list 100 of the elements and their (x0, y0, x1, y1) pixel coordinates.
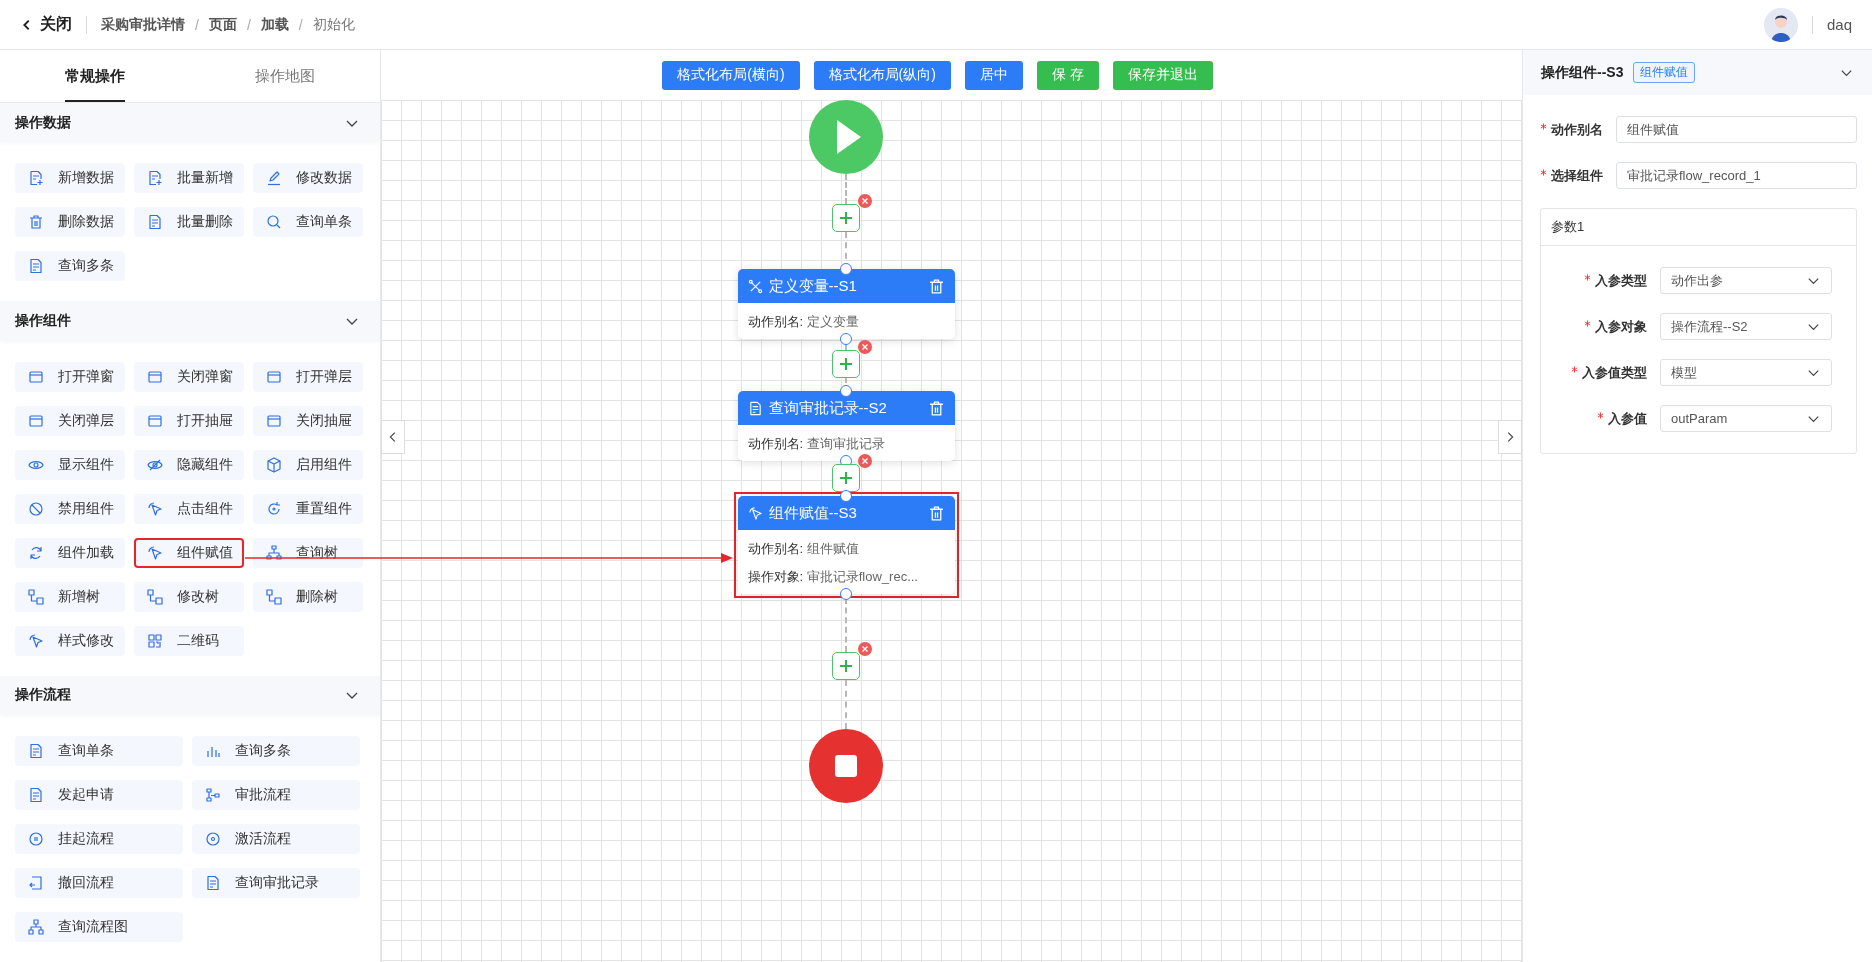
plus-icon (838, 658, 854, 674)
section-header[interactable]: 操作流程 (0, 675, 380, 715)
flow-node-card[interactable]: 定义变量--S1 动作别名: 定义变量 (737, 269, 955, 339)
operation-item[interactable]: 查询审批记录 (192, 868, 360, 898)
hierarchy-icon (28, 919, 44, 935)
panel-tab[interactable]: 操作地图 (190, 50, 380, 102)
breadcrumb-item[interactable]: 初始化 (312, 15, 355, 34)
flow-node-card[interactable]: 查询审批记录--S2 动作别名: 查询审批记录 (737, 391, 955, 461)
operation-item[interactable]: 查询树 (253, 537, 363, 568)
user-name: daq (1826, 16, 1852, 33)
section-header[interactable]: 操作组件 (0, 301, 380, 341)
close-button[interactable]: 关闭 (20, 14, 72, 35)
operation-item[interactable]: 查询单条 (253, 207, 363, 238)
operation-item[interactable]: 新增数据 (15, 163, 125, 194)
document-plus-icon (147, 170, 163, 187)
panel-tab[interactable]: 常规操作 (0, 50, 190, 102)
operation-item[interactable]: 批量新增 (134, 163, 244, 194)
start-node-icon[interactable] (809, 100, 883, 174)
operation-item[interactable]: 修改树 (134, 581, 244, 612)
operation-item[interactable]: 审批流程 (192, 780, 360, 810)
add-step-button[interactable] (832, 652, 860, 680)
operation-item[interactable]: 删除树 (253, 581, 363, 612)
window-icon (28, 412, 44, 429)
pencil-icon (266, 170, 282, 187)
operation-item[interactable]: 禁用组件 (15, 493, 125, 524)
operation-item[interactable]: 样式修改 (15, 625, 125, 656)
document-icon (205, 875, 221, 891)
select-field[interactable]: outParam (1660, 405, 1832, 432)
operation-item[interactable]: 打开弹窗 (15, 361, 125, 392)
operation-item[interactable]: 查询多条 (192, 736, 360, 766)
trash-icon (927, 277, 945, 295)
operation-item[interactable]: 查询流程图 (15, 912, 183, 942)
operation-item[interactable]: 挂起流程 (15, 824, 183, 854)
operation-item[interactable]: 隐藏组件 (134, 449, 244, 480)
operation-item[interactable]: 激活流程 (192, 824, 360, 854)
select-field[interactable]: 模型 (1660, 359, 1832, 386)
field-label: 入参类型 (1595, 271, 1647, 290)
node-field: 动作别名: 查询审批记录 (747, 435, 945, 453)
breadcrumb-item[interactable]: 采购审批详情 (101, 15, 185, 34)
toolbar-button[interactable]: 格式化布局(纵向) (813, 60, 951, 90)
connection-port[interactable] (840, 385, 852, 397)
operation-item[interactable]: 新增树 (15, 581, 125, 612)
operation-item[interactable]: 组件赋值 (134, 537, 244, 568)
toolbar-button[interactable]: 居中 (964, 60, 1023, 90)
breadcrumb-separator: / (195, 16, 199, 33)
operation-item[interactable]: 打开弹层 (253, 361, 363, 392)
operation-item[interactable]: 关闭抽屉 (253, 405, 363, 436)
operation-item[interactable]: 批量删除 (134, 207, 244, 238)
collapse-left-button[interactable] (381, 420, 405, 454)
breadcrumb-item[interactable]: 页面 (208, 15, 237, 34)
operation-item[interactable]: 查询单条 (15, 736, 183, 766)
operation-item[interactable]: 撤回流程 (15, 868, 183, 898)
field-label: 入参值 (1608, 409, 1647, 428)
trash-icon (927, 504, 945, 522)
node-field: 动作别名: 定义变量 (747, 313, 945, 331)
operation-item[interactable]: 查询多条 (15, 251, 125, 282)
document-plus-icon (28, 170, 44, 187)
window-icon (28, 368, 44, 385)
add-step-button[interactable] (832, 204, 860, 232)
plus-icon (838, 210, 854, 226)
trash-icon (28, 214, 44, 231)
toolbar-button[interactable]: 格式化布局(横向) (662, 60, 800, 90)
operation-item[interactable]: 二维码 (134, 625, 244, 656)
stop-node-icon[interactable] (809, 729, 883, 803)
panel-header[interactable]: 操作组件--S3 组件赋值 (1523, 50, 1872, 95)
ban-icon (28, 500, 44, 517)
node-title: 定义变量--S1 (768, 276, 858, 296)
remove-icon[interactable] (858, 340, 872, 354)
input-field[interactable]: 审批记录flow_record_1 (1616, 162, 1857, 189)
tools-icon (747, 278, 763, 294)
select-field[interactable]: 操作流程--S2 (1660, 313, 1832, 340)
field-label: 选择组件 (1551, 166, 1603, 185)
remove-icon[interactable] (858, 454, 872, 468)
operation-item[interactable]: 显示组件 (15, 449, 125, 480)
operation-item[interactable]: 重置组件 (253, 493, 363, 524)
operation-item[interactable]: 组件加载 (15, 537, 125, 568)
breadcrumb-item[interactable]: 加载 (260, 15, 289, 34)
connection-port[interactable] (840, 263, 852, 275)
qr-code-icon (147, 632, 163, 649)
plus-icon (838, 470, 854, 486)
add-step-button[interactable] (832, 464, 860, 492)
add-step-button[interactable] (832, 350, 860, 378)
input-field[interactable]: 组件赋值 (1616, 116, 1857, 143)
section-header[interactable]: 操作数据 (0, 103, 380, 143)
operation-item[interactable]: 关闭弹窗 (134, 361, 244, 392)
remove-icon[interactable] (858, 642, 872, 656)
operation-item[interactable]: 删除数据 (15, 207, 125, 238)
operation-item[interactable]: 点击组件 (134, 493, 244, 524)
operation-item[interactable]: 发起申请 (15, 780, 183, 810)
collapse-right-button[interactable] (1498, 420, 1522, 454)
flow-node-card[interactable]: 组件赋值--S3 动作别名: 组件赋值 操作对象: 审批记录flow_rec... (737, 496, 955, 594)
operation-item[interactable]: 关闭弹层 (15, 405, 125, 436)
section-title: 操作数据 (15, 113, 71, 132)
node-title: 组件赋值--S3 (768, 503, 858, 523)
operation-item[interactable]: 修改数据 (253, 163, 363, 194)
cursor-icon (147, 544, 163, 561)
remove-icon[interactable] (858, 194, 872, 208)
select-field[interactable]: 动作出参 (1660, 267, 1832, 294)
operation-item[interactable]: 打开抽屉 (134, 405, 244, 436)
operation-item[interactable]: 启用组件 (253, 449, 363, 480)
